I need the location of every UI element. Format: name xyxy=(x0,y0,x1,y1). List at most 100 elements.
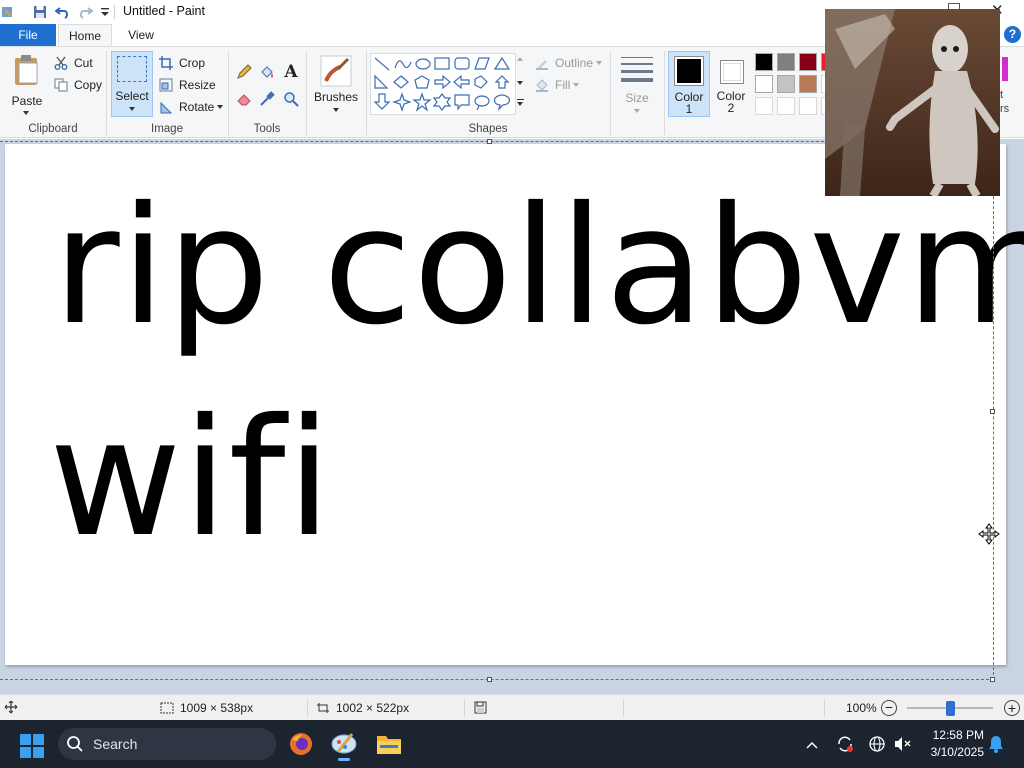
magnifier-icon[interactable] xyxy=(282,90,300,108)
save-icon[interactable] xyxy=(32,4,48,20)
color1-fill xyxy=(677,59,701,83)
resize-handle-top[interactable] xyxy=(487,139,492,144)
paste-dropdown-icon[interactable] xyxy=(23,111,29,115)
palette-swatch-empty[interactable] xyxy=(755,97,773,115)
fill-label: Fill xyxy=(555,78,571,92)
brush-icon xyxy=(320,55,352,87)
zoom-slider-thumb[interactable] xyxy=(946,701,955,716)
image-group-label: Image xyxy=(151,123,183,135)
palette-swatch[interactable] xyxy=(777,53,795,71)
color1-swatch xyxy=(674,56,704,86)
file-explorer-taskbar-button[interactable] xyxy=(376,733,402,755)
fill-bucket-icon[interactable] xyxy=(258,63,276,81)
divider xyxy=(306,51,307,135)
shapes-more-icon[interactable] xyxy=(517,102,523,106)
size-line-thickest xyxy=(621,78,653,82)
size-label: Size xyxy=(625,91,649,105)
canvas-size-value: 1002 × 522px xyxy=(336,701,410,715)
select-rectangle-icon xyxy=(117,56,147,82)
divider xyxy=(824,699,825,717)
crop-label: Crop xyxy=(179,56,206,70)
search-icon xyxy=(67,736,83,752)
tab-home[interactable]: Home xyxy=(58,24,112,47)
brushes-button[interactable]: Brushes xyxy=(312,51,362,117)
color2-number: 2 xyxy=(727,101,735,115)
cut-button[interactable]: Cut xyxy=(53,53,93,73)
file-size-icon xyxy=(474,701,487,717)
canvas-workspace: rip collabvm wifi xyxy=(0,139,1024,694)
zoom-level: 100% xyxy=(846,701,877,715)
color2-button[interactable]: Color 2 xyxy=(711,51,751,117)
tab-file[interactable]: File xyxy=(0,24,56,46)
resize-button[interactable]: Resize xyxy=(158,75,216,95)
show-hidden-icons-icon[interactable] xyxy=(806,738,818,749)
outline-button[interactable]: Outline xyxy=(534,53,603,73)
color2-swatch xyxy=(720,60,744,84)
brushes-dropdown-icon[interactable] xyxy=(333,108,339,112)
color1-number: 1 xyxy=(685,102,693,116)
select-dropdown-icon[interactable] xyxy=(129,107,135,111)
shapes-gallery[interactable] xyxy=(370,53,516,115)
divider xyxy=(610,51,611,135)
copy-icon xyxy=(53,77,69,93)
redo-icon[interactable] xyxy=(77,4,93,20)
customize-quick-access-icon[interactable] xyxy=(97,4,113,20)
paste-icon xyxy=(15,55,38,85)
rotate-dropdown-icon[interactable] xyxy=(217,105,224,109)
palette-swatch[interactable] xyxy=(799,75,817,93)
shapes-scroll-up-icon[interactable] xyxy=(517,57,523,61)
crop-icon xyxy=(158,55,174,71)
resize-handle-corner[interactable] xyxy=(990,677,995,682)
edit-colors-swatch[interactable] xyxy=(1002,57,1008,81)
size-button[interactable]: Size xyxy=(614,51,660,117)
paste-button[interactable]: Paste xyxy=(6,51,48,117)
sync-icon[interactable] xyxy=(836,735,854,753)
crop-button[interactable]: Crop xyxy=(158,53,205,73)
fill-button[interactable]: Fill xyxy=(534,75,580,95)
canvas-size-icon xyxy=(316,702,330,714)
pencil-icon[interactable] xyxy=(235,63,253,81)
color-picker-icon[interactable] xyxy=(258,90,276,108)
clock-time[interactable]: 12:58 PM xyxy=(918,728,984,742)
rotate-button[interactable]: Rotate xyxy=(158,97,224,117)
zoom-in-button[interactable]: + xyxy=(1004,700,1020,716)
move-cursor-icon xyxy=(978,523,1000,545)
shapes-scroll-down-icon[interactable] xyxy=(517,81,523,85)
text-icon[interactable]: A xyxy=(282,62,300,82)
taskbar-search[interactable]: Search xyxy=(58,728,276,760)
volume-muted-icon[interactable] xyxy=(894,736,912,752)
resize-label: Resize xyxy=(179,78,216,92)
resize-handle-bottom[interactable] xyxy=(487,677,492,682)
scissors-icon xyxy=(53,55,69,71)
size-line-thin xyxy=(621,57,653,58)
palette-swatch-empty[interactable] xyxy=(799,97,817,115)
video-overlay xyxy=(825,9,1000,196)
palette-swatch-empty[interactable] xyxy=(777,97,795,115)
network-globe-icon[interactable] xyxy=(868,735,886,753)
paint-taskbar-button[interactable] xyxy=(330,730,358,761)
color1-button[interactable]: Color 1 xyxy=(668,51,710,117)
window-title: Untitled - Paint xyxy=(123,4,205,18)
zoom-out-button[interactable]: − xyxy=(881,700,897,716)
rotate-icon xyxy=(158,99,174,115)
eraser-icon[interactable] xyxy=(235,90,253,108)
undo-icon[interactable] xyxy=(55,4,71,20)
firefox-taskbar-button[interactable] xyxy=(289,732,313,756)
palette-swatch[interactable] xyxy=(777,75,795,93)
paint-app-icon xyxy=(0,4,16,20)
tab-view[interactable]: View xyxy=(118,24,164,46)
divider xyxy=(307,699,308,717)
cut-label: Cut xyxy=(74,56,93,70)
help-icon[interactable]: ? xyxy=(1004,26,1021,43)
palette-swatch[interactable] xyxy=(755,75,773,93)
select-button[interactable]: Select xyxy=(111,51,153,117)
windows-logo-icon xyxy=(20,734,44,758)
start-button[interactable] xyxy=(20,734,44,758)
color2-fill xyxy=(723,63,741,81)
notifications-bell-icon[interactable] xyxy=(988,735,1004,753)
palette-swatch[interactable] xyxy=(799,53,817,71)
copy-button[interactable]: Copy xyxy=(53,75,102,95)
clock-date[interactable]: 3/10/2025 xyxy=(918,745,984,759)
resize-handle-right[interactable] xyxy=(990,409,995,414)
palette-swatch[interactable] xyxy=(755,53,773,71)
